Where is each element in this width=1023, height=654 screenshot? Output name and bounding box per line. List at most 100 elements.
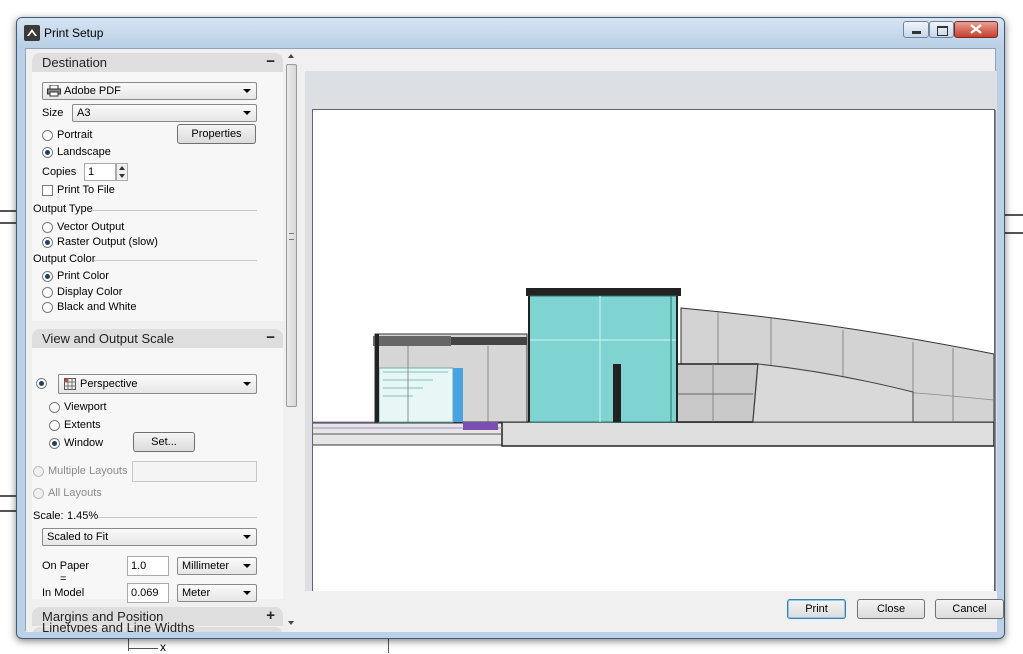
print-button[interactable]: Print [787, 599, 846, 619]
cancel-button[interactable]: Cancel [935, 599, 1004, 619]
window-title: Print Setup [44, 26, 104, 40]
display-color-label[interactable]: Display Color [57, 286, 122, 298]
print-to-file-checkbox[interactable] [42, 185, 53, 196]
all-layouts-radio[interactable] [33, 488, 44, 499]
scale-label: Scale: [33, 510, 64, 522]
set-button-label: Set... [151, 436, 177, 448]
spin-down-icon[interactable] [119, 174, 125, 178]
raster-output-radio[interactable] [42, 237, 53, 248]
extents-radio[interactable] [49, 420, 60, 431]
landscape-radio[interactable] [42, 147, 53, 158]
background-line [0, 222, 16, 224]
app-icon [24, 25, 40, 41]
print-button-label: Print [805, 603, 828, 615]
scroll-thumb[interactable] [286, 64, 297, 407]
vector-output-label[interactable]: Vector Output [57, 221, 124, 233]
model-preview [313, 288, 994, 447]
portrait-label[interactable]: Portrait [57, 129, 92, 141]
window-radio[interactable] [49, 438, 60, 449]
viewport-radio[interactable] [49, 402, 60, 413]
destination-header[interactable]: Destination − [32, 53, 283, 72]
linetypes-title: Linetypes and Line Widths [42, 620, 195, 632]
vector-output-radio[interactable] [42, 222, 53, 233]
dialog-footer: Print Close Cancel [300, 591, 1004, 632]
linetypes-header[interactable]: Linetypes and Line Widths [32, 620, 283, 632]
print-color-radio[interactable] [42, 271, 53, 282]
print-to-file-label[interactable]: Print To File [57, 184, 115, 196]
landscape-label[interactable]: Landscape [57, 146, 111, 158]
view-radio[interactable] [36, 378, 47, 389]
set-button[interactable]: Set... [133, 432, 195, 452]
on-paper-unit-select[interactable]: Millimeter [177, 557, 257, 575]
background-axis-label: x [160, 640, 166, 654]
expand-toggle[interactable]: + [266, 607, 275, 624]
grip-icon [289, 233, 294, 240]
size-select[interactable]: A3 [72, 104, 257, 122]
close-window-button[interactable] [954, 21, 998, 38]
view-select[interactable]: Perspective [58, 374, 257, 394]
print-preview-page[interactable] [312, 109, 995, 593]
dialog-client-area: Destination − Adobe PDF Size A3 Portrait… [25, 48, 1004, 632]
view-scale-header[interactable]: View and Output Scale − [32, 329, 283, 348]
close-button[interactable]: Close [857, 599, 925, 619]
background-line [1003, 214, 1023, 216]
display-color-radio[interactable] [42, 287, 53, 298]
destination-body: Adobe PDF Size A3 Portrait Landscape Pro… [32, 72, 283, 321]
collapse-toggle[interactable]: − [266, 329, 275, 346]
raster-output-label[interactable]: Raster Output (slow) [57, 236, 158, 248]
group-divider [92, 210, 257, 211]
scroll-up-icon[interactable] [288, 54, 294, 58]
close-icon [970, 24, 982, 34]
window-label[interactable]: Window [64, 437, 103, 449]
minimize-button[interactable] [903, 21, 929, 38]
background-line [0, 210, 16, 212]
scroll-down-icon[interactable] [288, 621, 294, 625]
equals-label: = [60, 573, 67, 585]
scale-mode-select[interactable]: Scaled to Fit [42, 528, 257, 546]
properties-button[interactable]: Properties [177, 124, 256, 144]
maximize-icon [937, 26, 948, 36]
on-paper-value: 1.0 [131, 560, 147, 572]
on-paper-input[interactable]: 1.0 [127, 556, 169, 576]
maximize-button[interactable] [929, 21, 954, 38]
spin-up-icon[interactable] [119, 166, 125, 170]
group-divider [94, 260, 257, 261]
dropdown-arrow-icon [243, 89, 251, 93]
view-value: Perspective [80, 378, 138, 390]
multiple-layouts-radio[interactable] [33, 466, 44, 477]
dropdown-arrow-icon [243, 535, 251, 539]
printer-value: Adobe PDF [64, 85, 121, 97]
on-paper-label: On Paper [42, 560, 90, 572]
in-model-unit-value: Meter [182, 587, 211, 599]
background-line [388, 637, 389, 653]
print-color-label[interactable]: Print Color [57, 270, 109, 282]
copies-input[interactable]: 1 [84, 163, 116, 181]
multiple-layouts-label[interactable]: Multiple Layouts [48, 465, 128, 477]
copies-spinner[interactable] [116, 163, 128, 181]
view-scale-body: Perspective Viewport Extents Window Set.… [32, 348, 283, 603]
close-button-label: Close [876, 603, 906, 615]
size-label: Size [42, 107, 64, 119]
scale-value: 1.45% [67, 510, 99, 522]
collapse-toggle[interactable]: − [266, 53, 275, 70]
in-model-unit-select[interactable]: Meter [177, 584, 257, 602]
printer-select[interactable]: Adobe PDF [42, 82, 257, 100]
layouts-input[interactable] [132, 461, 257, 482]
cancel-button-label: Cancel [952, 603, 987, 615]
copies-value: 1 [88, 166, 95, 178]
extents-label[interactable]: Extents [64, 419, 101, 431]
in-model-input[interactable]: 0.069 [127, 583, 169, 603]
dropdown-arrow-icon [243, 382, 251, 386]
output-color-label: Output Color [33, 253, 96, 265]
black-white-radio[interactable] [42, 302, 53, 313]
settings-scrollbar[interactable] [284, 49, 300, 632]
print-setup-dialog: Print Setup Destination − Adobe PDF Size… [16, 17, 1005, 639]
viewport-label[interactable]: Viewport [64, 401, 107, 413]
title-bar[interactable]: Print Setup [17, 18, 1004, 48]
portrait-radio[interactable] [42, 130, 53, 141]
black-white-label[interactable]: Black and White [57, 301, 136, 313]
dropdown-arrow-icon [243, 111, 251, 115]
background-line [1003, 232, 1023, 234]
dropdown-arrow-icon [243, 591, 251, 595]
all-layouts-label[interactable]: All Layouts [48, 487, 102, 499]
